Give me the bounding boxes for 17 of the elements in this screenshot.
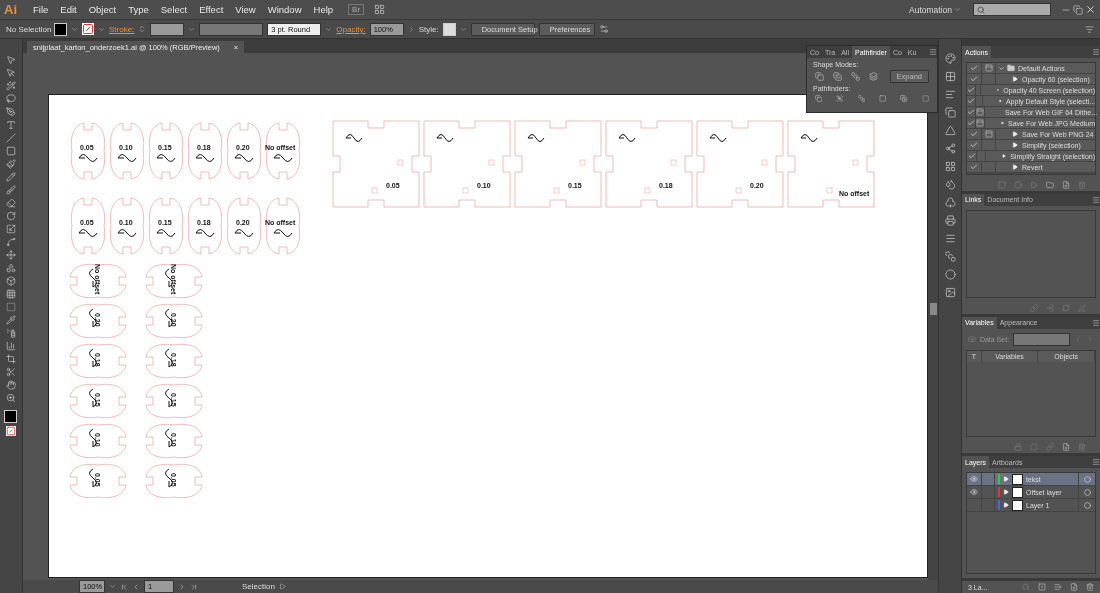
menu-item[interactable]: Select bbox=[155, 4, 193, 15]
menu-item[interactable]: Effect bbox=[194, 4, 229, 15]
opacity-label[interactable]: Opacity: bbox=[336, 24, 366, 34]
menu-item[interactable]: Type bbox=[123, 4, 154, 15]
stroke-label[interactable]: Stroke: bbox=[109, 24, 135, 34]
current-tool-label: Selection bbox=[242, 582, 275, 591]
menu-item[interactable]: View bbox=[230, 4, 261, 15]
workspace-switcher[interactable]: Automation bbox=[909, 4, 952, 15]
menu-item[interactable]: Window bbox=[262, 4, 307, 15]
menu-item[interactable]: Help bbox=[308, 4, 339, 15]
style-label: Style: bbox=[418, 24, 439, 34]
menu-item[interactable]: File bbox=[28, 4, 54, 15]
menu-item[interactable]: Object bbox=[83, 4, 122, 15]
selection-status: No Selection bbox=[6, 24, 50, 34]
menu-item[interactable]: Edit bbox=[55, 4, 82, 15]
bridge-button[interactable]: Br bbox=[348, 4, 365, 15]
app-logo: Ai bbox=[4, 2, 18, 17]
